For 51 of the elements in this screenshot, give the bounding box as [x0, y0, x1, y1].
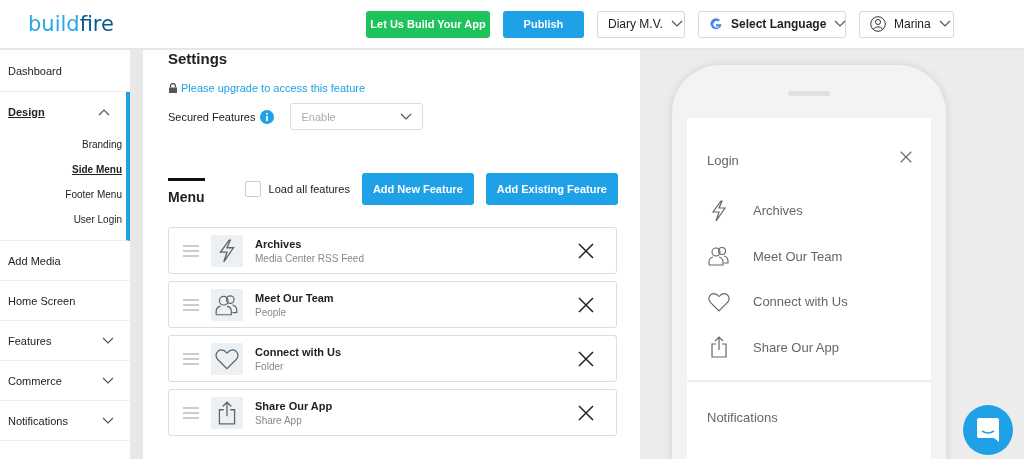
info-icon: [260, 109, 275, 124]
chat-icon: [976, 417, 1000, 443]
language-select[interactable]: Select Language: [697, 10, 846, 38]
drag-handle-icon[interactable]: [183, 406, 199, 419]
checkbox[interactable]: [244, 181, 261, 197]
user-icon: [869, 16, 886, 32]
feature-title: Archives: [255, 237, 303, 250]
feature-subtitle: Share App: [255, 414, 303, 426]
drag-handle-icon[interactable]: [183, 352, 199, 365]
chevron-down-icon: [938, 20, 951, 28]
chevron-down-icon: [834, 20, 847, 28]
drag-handle-icon[interactable]: [183, 244, 199, 257]
feature-title: Connect with Us: [255, 345, 343, 358]
sidebar-item[interactable]: Design: [0, 92, 126, 132]
close-icon[interactable]: [578, 404, 594, 421]
secured-features-label: Secured Features: [168, 110, 256, 123]
sidebar-subitem[interactable]: Footer Menu: [0, 182, 126, 207]
sidebar-subitem[interactable]: Side Menu: [0, 157, 126, 182]
login-label[interactable]: Login: [707, 153, 739, 168]
user-select[interactable]: Marina: [858, 10, 954, 38]
feature-subtitle: Folder: [255, 360, 285, 372]
side-menu-item[interactable]: Share Our App: [753, 339, 839, 355]
app-select[interactable]: Diary M.V.: [596, 10, 685, 38]
feature-title: Meet Our Team: [255, 291, 335, 304]
feature-subtitle: Media Center RSS Feed: [255, 252, 365, 264]
sidebar-subitem[interactable]: User Login: [0, 207, 126, 232]
logo: buildfire: [28, 12, 114, 36]
side-menu-item[interactable]: Connect with Us: [753, 294, 848, 310]
drag-handle-icon[interactable]: [183, 298, 199, 311]
close-icon[interactable]: [578, 242, 594, 259]
feature-subtitle: People: [255, 306, 288, 318]
close-icon[interactable]: [578, 296, 594, 313]
close-icon[interactable]: [578, 350, 594, 367]
chevron-down-icon: [400, 112, 413, 121]
chevron-down-icon: [102, 336, 114, 345]
side-menu-item[interactable]: Archives: [753, 203, 803, 219]
chevron-down-icon: [102, 416, 114, 425]
feature-title: Share Our App: [255, 399, 334, 412]
checkbox-label: Load all features: [268, 183, 350, 195]
google-icon: [708, 17, 723, 31]
chevron-down-icon: [670, 20, 683, 28]
menu-heading: Menu: [168, 178, 205, 205]
settings-heading: Settings: [168, 50, 229, 68]
notifications-label[interactable]: Notifications: [687, 382, 931, 425]
chevron-down-icon: [102, 376, 114, 385]
chat-button[interactable]: [963, 405, 1013, 455]
people-icon: [707, 244, 731, 269]
chevron-up-icon: [98, 108, 110, 116]
side-menu-item[interactable]: Meet Our Team: [753, 248, 843, 264]
sidebar-subitem[interactable]: Branding: [0, 132, 126, 157]
lock-icon: [168, 83, 178, 93]
